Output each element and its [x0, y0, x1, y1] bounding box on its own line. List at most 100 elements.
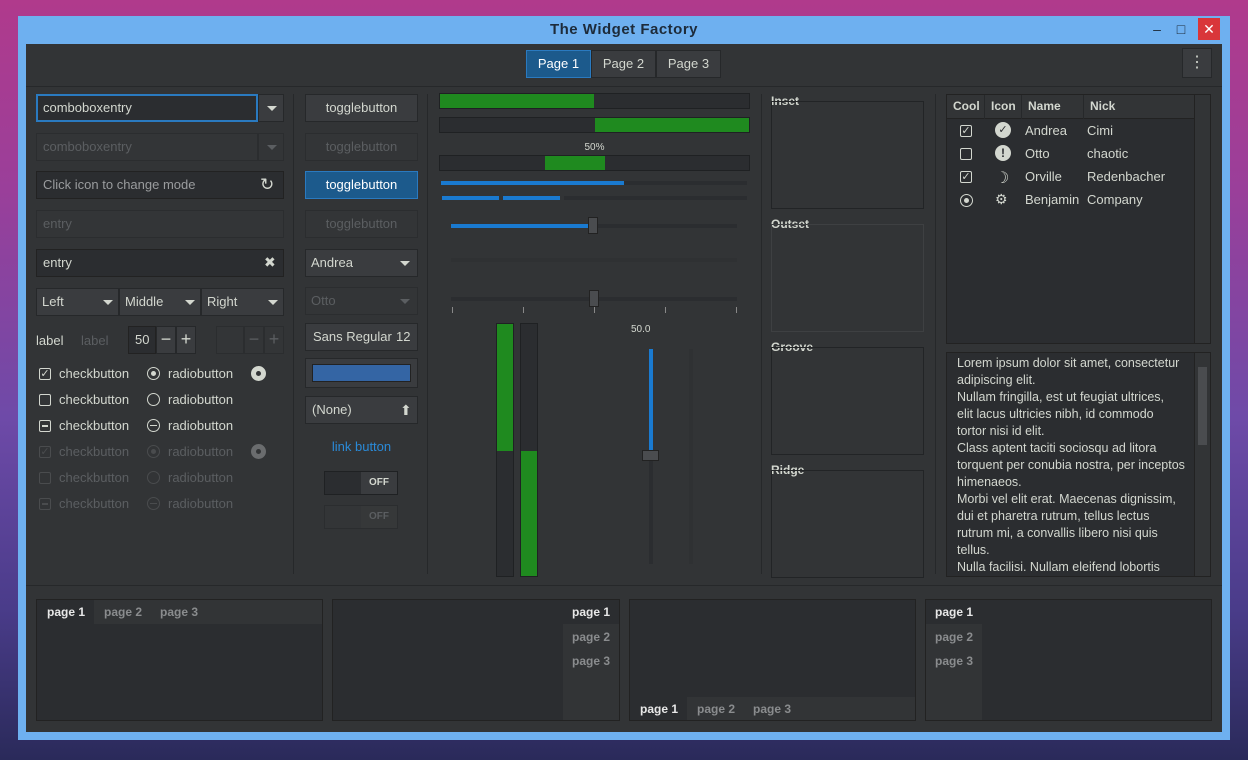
tree-check-checked[interactable]: ✓ — [960, 125, 972, 137]
tree-scrollbar[interactable] — [1194, 95, 1210, 343]
hscale-handle[interactable] — [589, 290, 599, 307]
checkbox-unchecked-disabled — [39, 472, 51, 484]
refresh-icon[interactable]: ↻ — [260, 175, 274, 195]
tab-page-2[interactable]: Page 2 — [591, 50, 656, 78]
clear-icon[interactable]: ✖ — [264, 254, 276, 271]
spin-minus-icon[interactable]: − — [156, 326, 176, 354]
close-icon[interactable]: ✕ — [1198, 18, 1220, 40]
combo-dropdown-disabled — [258, 133, 284, 161]
combo-otto-label: Otto — [311, 293, 336, 308]
spin-value[interactable]: 50 — [128, 326, 156, 354]
font-button[interactable]: Sans Regular 12 — [305, 323, 418, 351]
column-nick[interactable]: Nick — [1090, 99, 1115, 113]
combo-dropdown-button[interactable] — [258, 94, 284, 122]
tab-page-3[interactable]: page 3 — [572, 654, 610, 668]
radio-unselected-disabled — [147, 471, 160, 484]
header-separator — [26, 86, 1222, 87]
maximize-icon[interactable]: □ — [1170, 18, 1192, 40]
combo-right-label: Right — [207, 294, 238, 309]
file-chooser-label: (None) — [312, 402, 352, 417]
minimize-icon[interactable]: – — [1146, 18, 1168, 40]
radio-selected[interactable] — [147, 367, 160, 380]
column-cool[interactable]: Cool — [953, 99, 980, 113]
text-scrollbar[interactable] — [1194, 353, 1210, 576]
vscale-value: 50.0 — [631, 324, 651, 335]
chevron-down-icon — [267, 145, 277, 150]
progress-fill — [521, 451, 537, 576]
tab-page-3[interactable]: page 3 — [935, 654, 973, 668]
scale-tick — [665, 307, 666, 313]
scale-tick — [736, 307, 737, 313]
combo-right[interactable]: Right — [201, 288, 284, 316]
text-line: Morbi vel elit erat. Maecenas dignissim, — [957, 492, 1176, 506]
checkbutton-label: checkbutton — [59, 366, 130, 381]
tab-page-1[interactable]: page 1 — [572, 605, 610, 619]
checkbox-unchecked[interactable] — [39, 394, 51, 406]
comboboxentry-disabled: comboboxentry — [36, 133, 258, 161]
tab-page-1[interactable]: Page 1 — [526, 50, 591, 78]
tree-check-checked[interactable]: ✓ — [960, 171, 972, 183]
link-button[interactable]: link button — [305, 439, 418, 454]
tab-page-1[interactable]: page 1 — [640, 702, 678, 716]
togglebutton-1[interactable]: togglebutton — [305, 94, 418, 122]
checkbutton-label: checkbutton — [59, 496, 130, 511]
togglebutton-2: togglebutton — [305, 133, 418, 161]
level-segment-empty — [564, 196, 747, 200]
progress-fill — [440, 94, 594, 108]
client-area: Page 1 Page 2 Page 3 ⋮ comboboxentry com… — [26, 44, 1222, 732]
spin-minus-disabled-icon: − — [244, 326, 264, 354]
file-chooser-button[interactable]: (None) ⬆ — [305, 396, 418, 424]
hscale-handle[interactable] — [588, 217, 598, 234]
checkbutton-label: checkbutton — [59, 418, 130, 433]
tab-page-1[interactable]: page 1 — [935, 605, 973, 619]
checkbutton-label: checkbutton — [59, 444, 130, 459]
text-view[interactable]: Lorem ipsum dolor sit amet, consectetur a… — [946, 352, 1211, 577]
tab-page-2[interactable]: page 2 — [935, 630, 973, 644]
color-button[interactable] — [305, 358, 418, 388]
vscale-handle[interactable] — [642, 450, 659, 461]
spin-plus-icon[interactable]: + — [176, 326, 196, 354]
tab-page-2[interactable]: page 2 — [104, 605, 142, 619]
checkbox-mixed[interactable] — [39, 420, 51, 432]
tab-page-3[interactable]: Page 3 — [656, 50, 721, 78]
column-icon[interactable]: Icon — [991, 99, 1016, 113]
radiobutton-label: radiobutton — [168, 444, 234, 459]
tab-page-3[interactable]: page 3 — [160, 605, 198, 619]
window-title: The Widget Factory — [549, 21, 699, 38]
combo-left[interactable]: Left — [36, 288, 119, 316]
progress-bar-1 — [439, 93, 750, 109]
vscale-fill — [649, 349, 653, 456]
tab-page-1[interactable]: page 1 — [47, 605, 85, 619]
togglebutton-3[interactable]: togglebutton — [305, 171, 418, 199]
comboboxentry-input[interactable]: comboboxentry — [36, 94, 258, 122]
tab-page-3[interactable]: page 3 — [753, 702, 791, 716]
progress-fill — [545, 156, 605, 170]
radio-toggle-disabled — [251, 444, 266, 459]
scrollbar-thumb[interactable] — [1198, 367, 1207, 445]
radio-unselected[interactable] — [147, 393, 160, 406]
menu-icon[interactable]: ⋮ — [1182, 48, 1212, 78]
tree-radio-selected[interactable] — [960, 194, 973, 207]
tree-check-unchecked[interactable] — [960, 148, 972, 160]
vscale-disabled — [689, 349, 693, 564]
radio-toggle[interactable] — [251, 366, 266, 381]
text-line: tellus. — [957, 543, 990, 557]
warning-icon: ! — [995, 145, 1011, 161]
progress-bar-2 — [439, 117, 750, 133]
column-name[interactable]: Name — [1028, 99, 1061, 113]
switch-off[interactable]: OFF — [324, 471, 398, 495]
mode-entry[interactable]: Click icon to change mode — [36, 171, 284, 199]
radio-mixed-disabled — [147, 497, 160, 510]
checkbox-checked[interactable]: ✓ — [39, 368, 51, 380]
entry-input[interactable]: entry — [36, 249, 284, 277]
text-line: rutrum mi, a convallis libero nisi quis — [957, 526, 1158, 540]
radiobutton-label: radiobutton — [168, 418, 234, 433]
label-disabled: label — [81, 333, 109, 348]
radiobutton-label: radiobutton — [168, 470, 234, 485]
tab-page-2[interactable]: page 2 — [697, 702, 735, 716]
tab-page-2[interactable]: page 2 — [572, 630, 610, 644]
notebook-right: page 1 page 2 page 3 — [332, 599, 620, 721]
radio-mixed[interactable] — [147, 419, 160, 432]
combo-middle[interactable]: Middle — [119, 288, 201, 316]
combo-andrea[interactable]: Andrea — [305, 249, 418, 277]
